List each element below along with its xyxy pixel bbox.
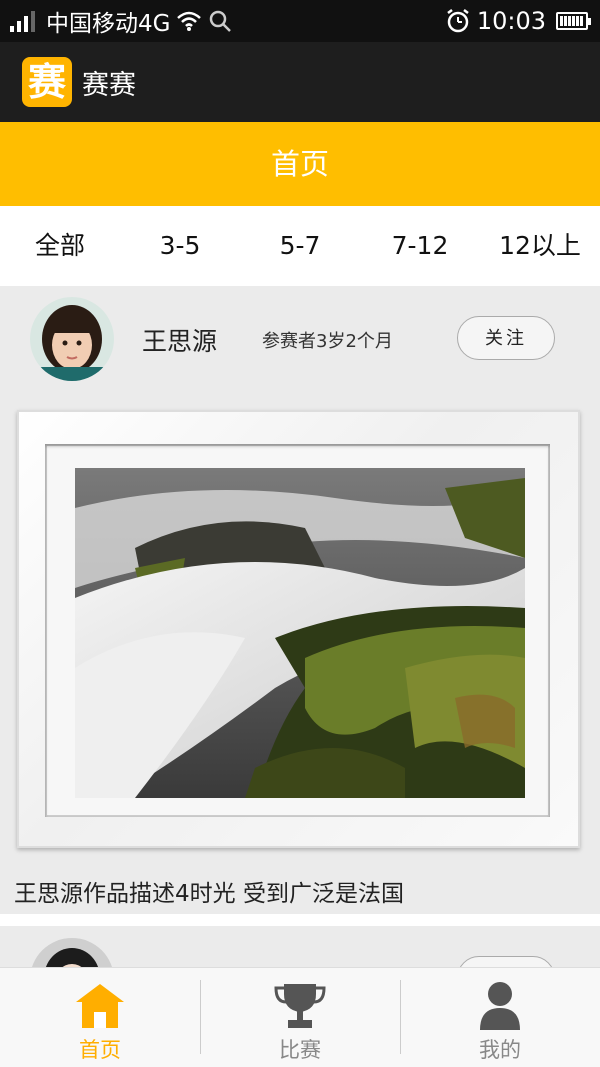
status-bar-right: 10:03 (445, 0, 591, 42)
nav-label-competition: 比赛 (279, 1038, 321, 1062)
avatar[interactable] (30, 297, 114, 381)
nav-item-home[interactable]: 首页 (0, 968, 200, 1067)
author-name[interactable]: 王思源 (142, 322, 217, 358)
filter-tab-5-7[interactable]: 5-7 (240, 206, 360, 286)
clock-time: 10:03 (476, 7, 546, 35)
search-icon (210, 10, 232, 32)
bottom-nav: 首页 比赛 我的 (0, 967, 600, 1067)
follow-button[interactable]: 关注 (457, 316, 555, 360)
battery-level (560, 16, 584, 26)
waterfall-photo (75, 468, 525, 798)
app-title: 赛赛 (82, 69, 136, 101)
app-root: 中国移动4G 10:03 赛 赛赛 首页 全部 3-5 5-7 7-12 12以… (0, 0, 600, 1067)
trophy-icon (274, 984, 326, 1028)
post-divider (0, 914, 600, 926)
avatar-image (30, 297, 114, 381)
status-bar-left: 中国移动4G (10, 0, 232, 42)
filter-tab-all[interactable]: 全部 (0, 206, 120, 286)
post-card: 王思源 参赛者3岁2个月 关注 王思源作品描述4时光 受到广泛是法国 (0, 286, 600, 914)
wifi-icon (177, 11, 202, 31)
author-meta: 参赛者3岁2个月 (262, 331, 393, 352)
nav-item-me[interactable]: 我的 (400, 968, 600, 1067)
carrier-label: 中国移动4G (46, 11, 171, 37)
nav-label-home: 首页 (79, 1038, 121, 1062)
user-icon (480, 982, 520, 1030)
artwork-frame[interactable] (17, 410, 580, 848)
alarm-clock-icon (447, 9, 469, 33)
nav-label-me: 我的 (479, 1038, 521, 1062)
filter-tab-3-5[interactable]: 3-5 (120, 206, 240, 286)
post-description: 王思源作品描述4时光 受到广泛是法国 (14, 881, 404, 907)
app-bar: 赛 赛赛 (0, 42, 600, 122)
battery-icon (556, 12, 591, 30)
home-icon (76, 984, 124, 1028)
nav-item-competition[interactable]: 比赛 (200, 968, 400, 1067)
signal-icon (10, 10, 38, 32)
app-logo: 赛 (22, 57, 72, 107)
page-title: 首页 (0, 122, 600, 206)
filter-tab-7-12[interactable]: 7-12 (360, 206, 480, 286)
filter-tab-12-plus[interactable]: 12以上 (480, 206, 600, 286)
age-filter-tabs: 全部 3-5 5-7 7-12 12以上 (0, 206, 600, 286)
status-bar: 中国移动4G 10:03 (0, 0, 600, 42)
